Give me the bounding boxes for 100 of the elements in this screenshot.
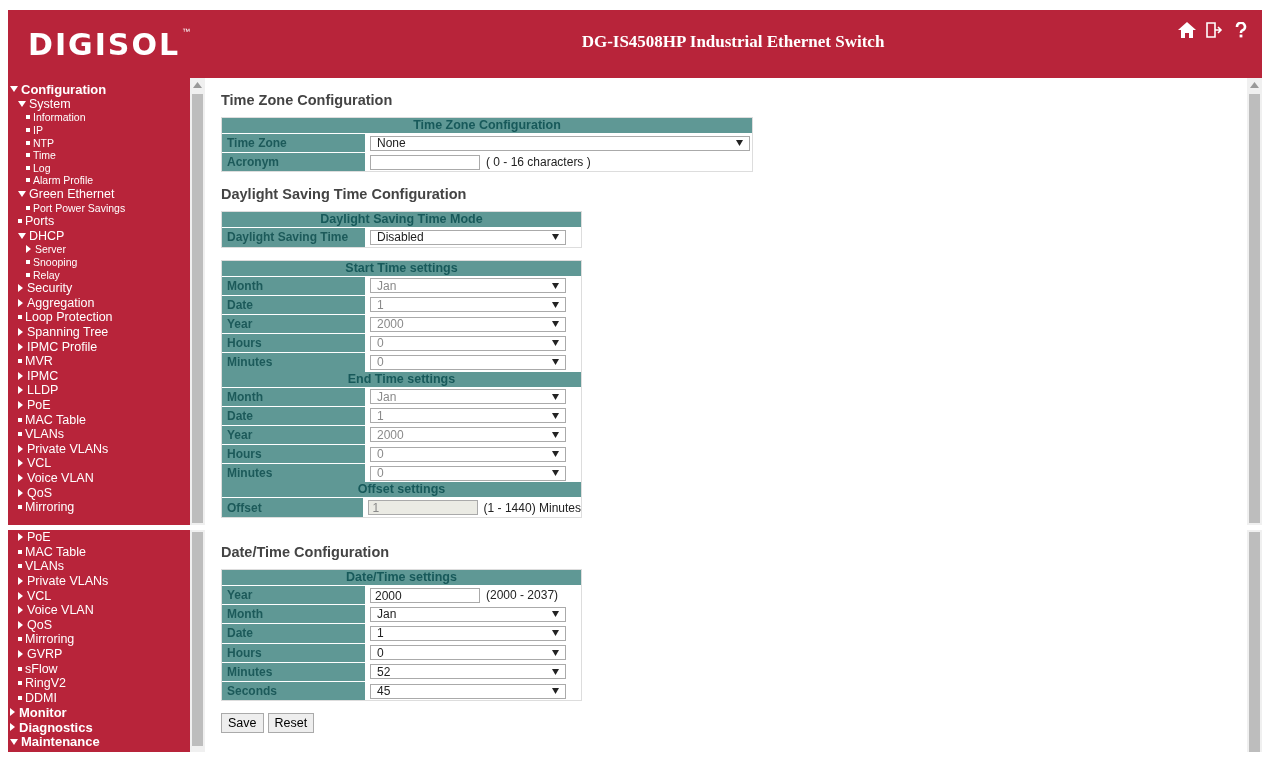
nav-link[interactable]: Mirroring [25,632,75,647]
nav-link[interactable]: Private VLANs [27,441,109,456]
field-label: Offset [222,498,363,517]
field-label: Year [222,586,365,605]
nav-link[interactable]: Server [35,243,66,256]
nav-link[interactable]: Alarm Profile [33,174,94,187]
nav-link[interactable]: Loop Protection [25,310,113,325]
nav-link[interactable]: Port Power Savings [33,201,126,214]
select-field[interactable]: 0 [370,645,566,661]
home-icon[interactable] [1178,22,1196,38]
nav-link[interactable]: Information [33,111,86,124]
nav-link[interactable]: Configuration [21,81,107,97]
select-field[interactable]: 1 [370,625,566,641]
nav-link[interactable]: VCL [27,456,52,471]
scrollbar[interactable] [190,78,205,525]
caret-icon [552,412,559,419]
input-field[interactable] [370,154,480,170]
scroll-up-icon[interactable] [193,82,202,88]
bullet-icon [18,564,22,569]
bullet-icon [18,666,22,671]
nav-link[interactable]: Spanning Tree [27,325,109,339]
nav-link[interactable]: Relay [33,268,60,281]
bullet-icon [18,315,22,320]
caret-icon [552,234,559,241]
bullet-icon [26,128,30,133]
nav-link[interactable]: QoS [27,485,52,500]
bullet-icon [18,695,22,700]
nav-link[interactable]: Green Ethernet [29,187,115,202]
input-field[interactable]: 2000 [370,587,480,603]
field-label: Minutes [222,353,365,372]
nav-link[interactable]: VCL [27,588,52,603]
nav-link[interactable]: Mirroring [25,500,75,515]
caret-icon [736,140,743,147]
nav-link[interactable]: Monitor [19,704,67,720]
table-header: Daylight Saving Time Mode [222,212,581,228]
field-label: Hours [222,643,365,662]
bullet-icon [18,681,22,686]
nav-link[interactable]: IP [33,124,43,137]
nav-link[interactable]: Aggregation [27,295,95,310]
nav-link[interactable]: System [29,96,71,111]
nav-link[interactable]: Voice VLAN [27,470,94,485]
nav-link[interactable]: RingV2 [25,676,66,691]
nav-link[interactable]: Snooping [33,256,78,268]
nav-link[interactable]: sFlow [25,661,58,676]
select-field[interactable]: Disabled [370,229,566,245]
nav-link[interactable]: Diagnostics [19,719,93,735]
nav-link[interactable]: Private VLANs [27,574,109,589]
scroll-up-icon[interactable] [1250,82,1259,88]
caret-icon [552,451,559,458]
bullet-icon [18,417,22,422]
caret-icon [552,321,559,328]
form-button[interactable]: Save [221,713,264,734]
nav-link[interactable]: LLDP [27,383,59,398]
nav-link[interactable]: Log [33,161,51,174]
field-label: Minutes [222,662,365,681]
caret-icon [552,470,559,477]
field-label: Hours [222,334,365,353]
section-title: Time Zone Configuration [221,92,394,108]
logout-icon[interactable] [1206,22,1224,38]
bullet-icon [26,115,30,120]
nav-link[interactable]: Security [27,281,73,296]
scrollbar[interactable] [190,530,205,752]
nav-link[interactable]: QoS [27,617,52,632]
help-icon[interactable] [1234,22,1248,38]
nav-link[interactable]: IPMC Profile [27,339,98,354]
table-header: End Time settings [222,371,581,387]
select-field[interactable]: 45 [370,683,566,699]
field-label: Minutes [222,464,365,483]
hint-text: (2000 - 2037) [486,588,559,603]
nav-link[interactable]: Ports [25,214,55,229]
nav-link[interactable]: MAC Table [25,412,86,427]
nav-link[interactable]: MVR [25,354,53,369]
select-field[interactable]: None [370,135,750,151]
caret-icon [552,688,559,695]
bullet-icon [26,178,30,183]
nav-link[interactable]: Maintenance [21,734,100,750]
bullet-icon [26,260,30,264]
caret-icon [552,611,559,618]
nav-link[interactable]: PoE [27,530,51,545]
scrollbar[interactable] [1247,530,1262,752]
nav-link[interactable]: MAC Table [25,544,86,559]
bullet-icon [18,219,22,224]
select-field[interactable]: 52 [370,664,566,680]
select-field[interactable]: Jan [370,606,566,622]
bullet-icon [26,165,30,170]
nav-link[interactable]: Time [33,149,56,162]
form-button[interactable]: Reset [267,713,315,734]
nav-link[interactable]: NTP [33,136,54,149]
nav-link[interactable]: PoE [27,397,51,412]
bullet-icon [18,359,22,364]
nav-link[interactable]: IPMC [27,368,59,383]
nav-link[interactable]: Voice VLAN [27,603,94,618]
section-title: Date/Time Configuration [221,544,391,560]
field-label: Time Zone [222,134,365,153]
nav-link[interactable]: VLANs [25,427,64,442]
nav-link[interactable]: VLANs [25,559,64,574]
nav-link[interactable]: DHCP [29,228,65,243]
scrollbar[interactable] [1247,78,1262,525]
nav-link[interactable]: DDMI [25,690,57,705]
nav-link[interactable]: GVRP [27,647,63,662]
